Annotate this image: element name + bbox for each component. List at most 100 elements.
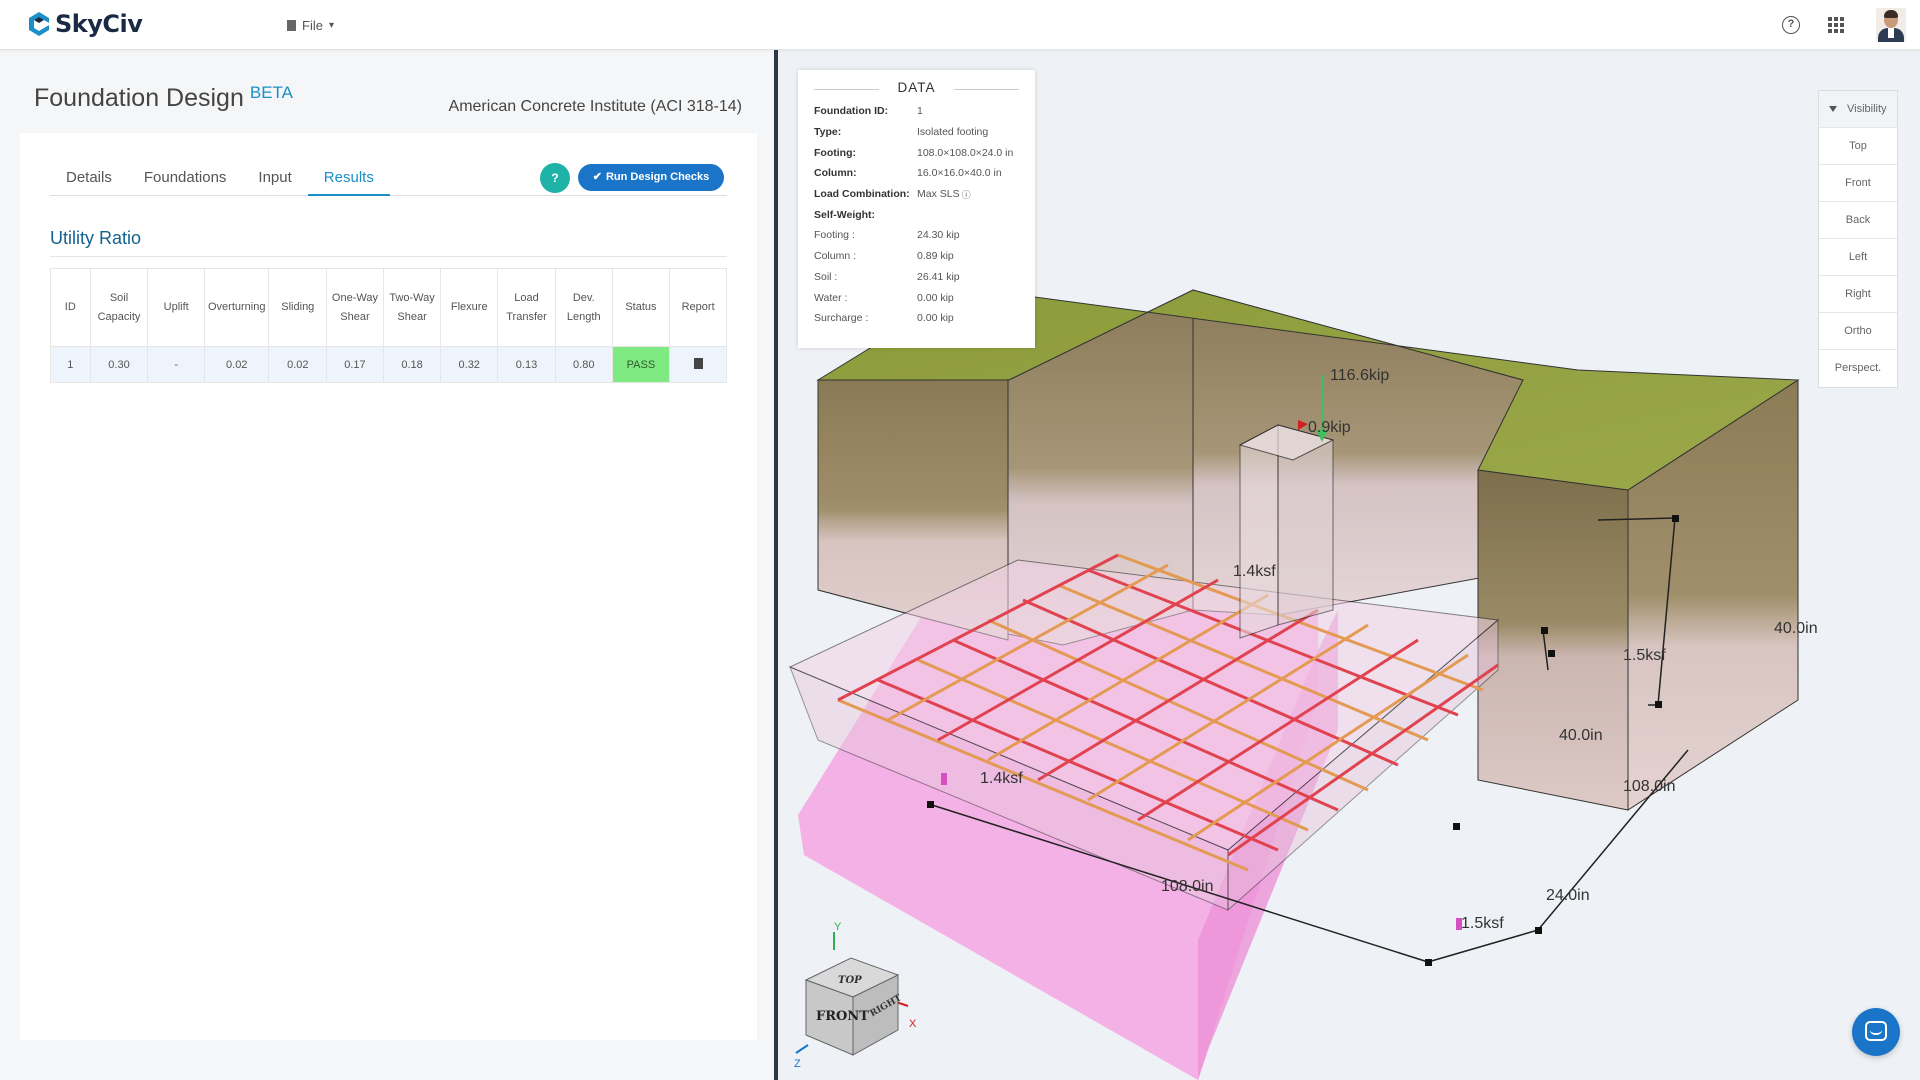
chevron-down-icon: ▾ xyxy=(328,20,334,31)
pressure-label-front-right: 1.5ksf xyxy=(1461,915,1504,932)
visibility-label: Visibility xyxy=(1847,103,1887,115)
data-row: Type: Isolated footing xyxy=(814,122,1019,143)
dim-node xyxy=(1548,650,1555,657)
design-standard: American Concrete Institute (ACI 318-14) xyxy=(448,98,742,115)
file-icon xyxy=(287,20,296,31)
help-button[interactable]: ? xyxy=(540,163,570,193)
view-right-button[interactable]: Right xyxy=(1819,276,1897,313)
page-title-text: Foundation Design xyxy=(34,84,244,112)
data-key: Footing: xyxy=(814,146,856,159)
col-header-report: Report xyxy=(669,268,727,347)
data-row: Column : 0.89 kip xyxy=(814,246,1019,267)
status-badge: PASS xyxy=(611,346,671,383)
axis-x-label: X xyxy=(909,1018,917,1030)
table-row[interactable]: 1 0.30 - 0.02 0.02 0.17 0.18 0.32 0.13 0… xyxy=(50,346,727,383)
data-row: Surcharge : 0.00 kip xyxy=(814,308,1019,329)
file-menu[interactable]: File ▾ xyxy=(287,18,334,33)
dim-label-width-front: 108.0in xyxy=(1161,878,1214,895)
user-avatar[interactable] xyxy=(1876,8,1906,42)
tab-details[interactable]: Details xyxy=(50,163,128,196)
top-bar: SkyCiv File ▾ ? xyxy=(0,0,1920,50)
cell-id: 1 xyxy=(50,346,91,383)
data-value: 26.41 kip xyxy=(917,270,960,283)
data-value: 1 xyxy=(917,105,923,118)
run-design-checks-button[interactable]: ✔ Run Design Checks xyxy=(578,164,724,191)
view-ortho-button[interactable]: Ortho xyxy=(1819,313,1897,350)
dim-node xyxy=(1655,701,1662,708)
data-key: Load Combination: xyxy=(814,188,910,201)
dim-node xyxy=(1541,627,1548,634)
cell-flexure: 0.32 xyxy=(440,346,499,383)
data-value: Max SLS xyxy=(917,188,960,201)
file-menu-label: File xyxy=(302,18,323,33)
results-card: Details Foundations Input Results ? ✔ Run… xyxy=(20,133,757,1040)
page-title: Foundation Design BETA xyxy=(34,83,293,113)
dim-label-column-height: 40.0in xyxy=(1559,727,1603,744)
col-header-soil-capacity: Soil Capacity xyxy=(89,268,149,347)
axis-y-label: Y xyxy=(834,921,842,933)
cell-report[interactable] xyxy=(669,346,727,383)
data-key: Column : xyxy=(814,250,857,263)
cell-soil-capacity: 0.30 xyxy=(89,346,149,383)
axial-load-label: 116.6kip xyxy=(1330,367,1389,384)
view-front-button[interactable]: Front xyxy=(1819,165,1897,202)
view-toolbar: Visibility Top Front Back Left Right Ort… xyxy=(1818,90,1898,388)
view-perspective-button[interactable]: Perspect. xyxy=(1819,350,1897,387)
cell-sliding: 0.02 xyxy=(268,346,328,383)
soil-right-block xyxy=(1477,469,1629,811)
data-row: Load Combination: Max SLS ⓘ xyxy=(814,184,1019,205)
col-header-one-way-shear: One-Way Shear xyxy=(326,268,384,347)
data-key: Soil : xyxy=(814,270,838,283)
view-back-button[interactable]: Back xyxy=(1819,202,1897,239)
data-row: Soil : 26.41 kip xyxy=(814,267,1019,288)
apps-grid-icon[interactable] xyxy=(1828,17,1844,33)
data-panel-title: DATA xyxy=(814,80,1019,95)
report-icon[interactable] xyxy=(693,357,703,369)
data-key: Foundation ID: xyxy=(814,105,889,118)
col-header-uplift: Uplift xyxy=(147,268,205,347)
dim-node xyxy=(927,801,934,808)
view-top-button[interactable]: Top xyxy=(1819,128,1897,165)
check-icon: ✔ xyxy=(592,171,602,183)
help-icon[interactable]: ? xyxy=(1782,16,1800,34)
data-key: Self-Weight: xyxy=(814,208,876,221)
data-row: Footing : 24.30 kip xyxy=(814,225,1019,246)
tab-results[interactable]: Results xyxy=(307,163,390,196)
data-info-panel: DATA Foundation ID: 1 Type: Isolated footi… xyxy=(798,70,1035,348)
data-row: Foundation ID: 1 xyxy=(814,101,1019,122)
cell-load-transfer: 0.13 xyxy=(497,346,556,383)
data-key: Column: xyxy=(814,167,857,180)
data-value: Isolated footing xyxy=(917,126,989,139)
chat-button[interactable] xyxy=(1852,1008,1900,1056)
data-key: Type: xyxy=(814,126,842,139)
utility-ratio-title: Utility Ratio xyxy=(50,228,727,257)
data-key: Footing : xyxy=(814,229,855,242)
data-value: 0.00 kip xyxy=(917,291,954,304)
moment-load-label: 0.9kip xyxy=(1308,419,1351,436)
dim-label-width-right: 108.0in xyxy=(1623,778,1676,795)
cube-top-label[interactable]: TOP xyxy=(838,975,862,986)
cell-two-way-shear: 0.18 xyxy=(382,346,442,383)
skyciv-logo[interactable]: SkyCiv xyxy=(27,10,143,38)
view-left-button[interactable]: Left xyxy=(1819,239,1897,276)
visibility-button[interactable]: Visibility xyxy=(1819,91,1897,128)
data-value: 108.0×108.0×24.0 in xyxy=(917,146,1014,159)
dim-node xyxy=(1425,959,1432,966)
tab-foundations[interactable]: Foundations xyxy=(128,163,243,196)
tab-input[interactable]: Input xyxy=(242,163,307,196)
cell-one-way-shear: 0.17 xyxy=(326,346,384,383)
data-key: Surcharge : xyxy=(814,312,869,325)
dim-node xyxy=(1672,515,1679,522)
data-row: Self-Weight: xyxy=(814,204,1019,225)
col-header-two-way-shear: Two-Way Shear xyxy=(382,268,442,347)
nav-cube[interactable]: TOP FRONT RIGHT Y X Z xyxy=(794,921,917,1070)
axis-z-label: Z xyxy=(794,1058,801,1070)
cube-front-label[interactable]: FRONT xyxy=(816,1009,869,1024)
data-row: Footing: 108.0×108.0×24.0 in xyxy=(814,142,1019,163)
col-header-flexure: Flexure xyxy=(440,268,499,347)
filter-icon xyxy=(1829,106,1837,113)
3d-viewer[interactable]: 116.6kip 0.9kip 1.4ksf 1.5ksf 1.4ksf 1.5… xyxy=(778,50,1920,1080)
logo-mark-icon xyxy=(29,12,49,36)
info-icon[interactable]: ⓘ xyxy=(962,188,971,201)
table-header-row: ID Soil Capacity Uplift Overturning Slid… xyxy=(50,268,727,347)
